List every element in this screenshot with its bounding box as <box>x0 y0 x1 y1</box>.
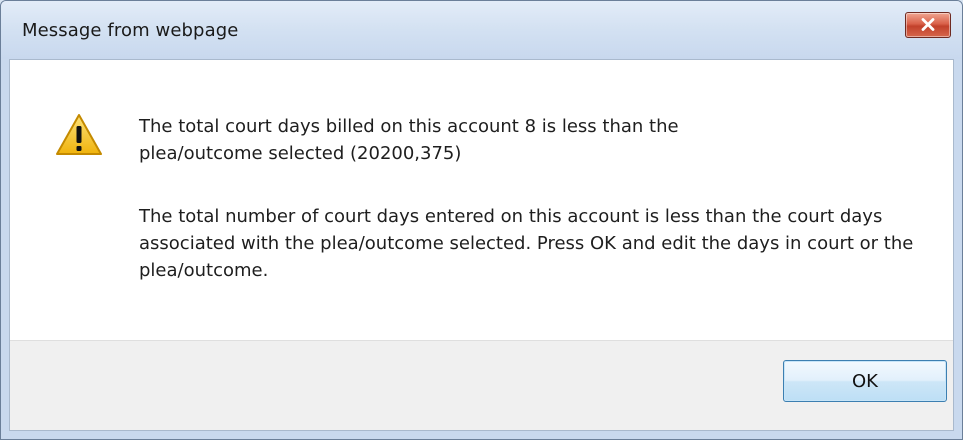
message-details: The total number of court days entered o… <box>139 206 914 281</box>
dialog-titlebar[interactable]: Message from webpage <box>1 1 962 59</box>
dialog-title: Message from webpage <box>22 20 239 41</box>
ok-button[interactable]: OK <box>783 360 947 402</box>
dialog-footer: OK <box>10 340 953 430</box>
dialog-body: The total court days billed on this acco… <box>9 59 954 431</box>
message-dialog: Message from webpage The total court day… <box>0 0 963 440</box>
close-x-icon <box>921 18 935 31</box>
message-primary: The total court days billed on this acco… <box>139 116 679 164</box>
warning-triangle-icon <box>56 114 102 155</box>
message-area: The total court days billed on this acco… <box>10 60 953 343</box>
close-button[interactable] <box>905 12 951 38</box>
